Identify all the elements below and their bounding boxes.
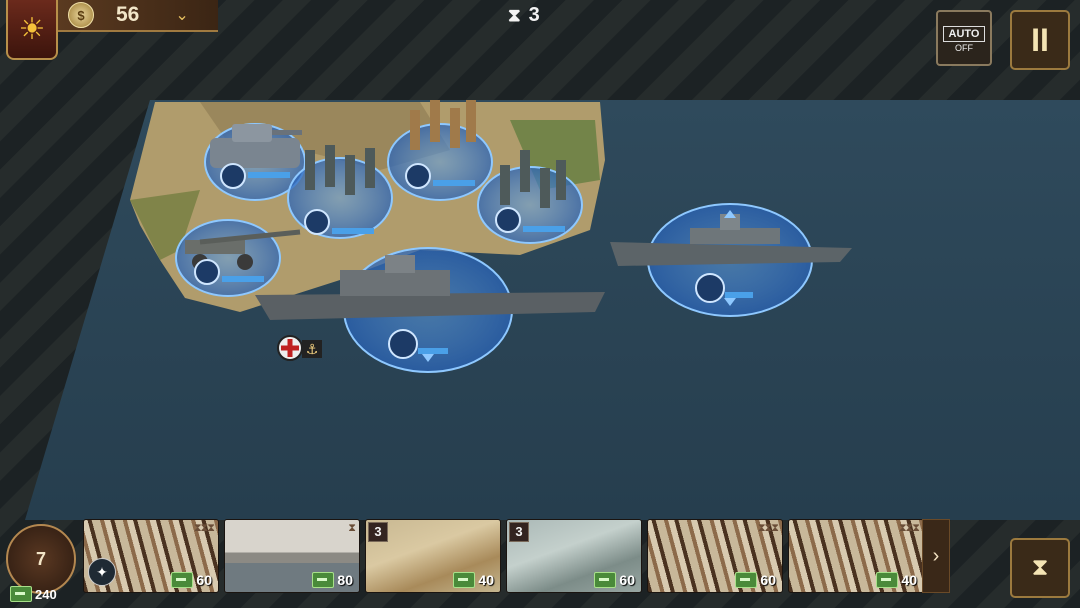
- card-cost-value: 40: [901, 572, 917, 588]
- unit-card-infantry[interactable]: ⧗⧗⧗ 60: [647, 519, 783, 593]
- unit-card-infantry[interactable]: ⧗⧗⧗ ✦ 60: [83, 519, 219, 593]
- eagle-icon: ✦: [88, 558, 116, 586]
- turn-counter: ⧗ 3: [508, 4, 540, 27]
- weather-button[interactable]: ☀: [6, 0, 58, 60]
- card-cost: 40: [453, 572, 494, 588]
- game-board: ⚓: [0, 0, 1080, 608]
- chevron-down-icon[interactable]: ⌄: [175, 5, 188, 25]
- card-level: 3: [368, 522, 388, 542]
- hourglass-icon: ⧗: [1031, 554, 1049, 581]
- unit-card-fighter[interactable]: 3 60: [506, 519, 642, 593]
- coin-count: 56: [116, 3, 140, 26]
- card-cost: 60: [594, 572, 635, 588]
- supply-crate-icon: [594, 572, 617, 588]
- hourglass-icon: ⧗: [508, 5, 521, 25]
- hourglass-icon: ⧗: [348, 522, 356, 534]
- card-level: 3: [509, 522, 529, 542]
- auto-state: OFF: [955, 43, 973, 53]
- card-cost: 60: [735, 572, 776, 588]
- deck-counter: 7 240: [2, 520, 76, 606]
- svg-text:⚓: ⚓: [306, 342, 319, 358]
- card-cost-value: 60: [760, 572, 776, 588]
- card-cost-value: 60: [196, 572, 212, 588]
- pause-button[interactable]: II: [1010, 10, 1070, 70]
- supply-crate-icon: [312, 572, 335, 588]
- hourglass-icon: ⧗⧗⧗: [193, 522, 215, 534]
- supply-crate-icon: [876, 572, 899, 588]
- card-cost-value: 60: [619, 572, 635, 588]
- chevron-right-icon: ›: [932, 544, 940, 567]
- supply-crate-icon: [171, 572, 194, 588]
- unit-ring-artillery: [175, 219, 281, 297]
- unit-card-fighter[interactable]: 3 40: [365, 519, 501, 593]
- coin-icon: $: [68, 2, 94, 28]
- card-cost: 40: [876, 572, 917, 588]
- coin-balance: $ 56 ⌄: [58, 0, 218, 32]
- unit-card-battleship[interactable]: ⧗ 80: [224, 519, 360, 593]
- card-cost: 80: [312, 572, 353, 588]
- supply-crate-icon: [453, 572, 476, 588]
- supply-value: 240: [35, 586, 57, 602]
- auto-label: AUTO: [943, 26, 985, 42]
- deck-count: 7: [6, 524, 76, 594]
- card-cost-value: 40: [478, 572, 494, 588]
- unit-card-infantry[interactable]: ⧗⧗⧗ 40: [788, 519, 924, 593]
- card-cost: 60: [171, 572, 212, 588]
- unit-ring-infantry-1: [287, 157, 393, 239]
- hourglass-icon: ⧗⧗⧗: [757, 522, 779, 534]
- hourglass-icon: ⧗⧗⧗: [898, 522, 920, 534]
- auto-battle-button[interactable]: AUTO OFF: [936, 10, 992, 66]
- supply-crate-icon: [735, 572, 758, 588]
- sun-icon: ☀: [18, 12, 46, 46]
- next-cards-button[interactable]: ›: [922, 519, 950, 593]
- end-turn-button[interactable]: ⧗: [1010, 538, 1070, 598]
- card-cost-value: 80: [337, 572, 353, 588]
- supply-crate-icon: [10, 586, 32, 602]
- supply-counter: 240: [10, 586, 57, 602]
- turn-count: 3: [528, 4, 540, 26]
- pause-icon: II: [1031, 21, 1049, 58]
